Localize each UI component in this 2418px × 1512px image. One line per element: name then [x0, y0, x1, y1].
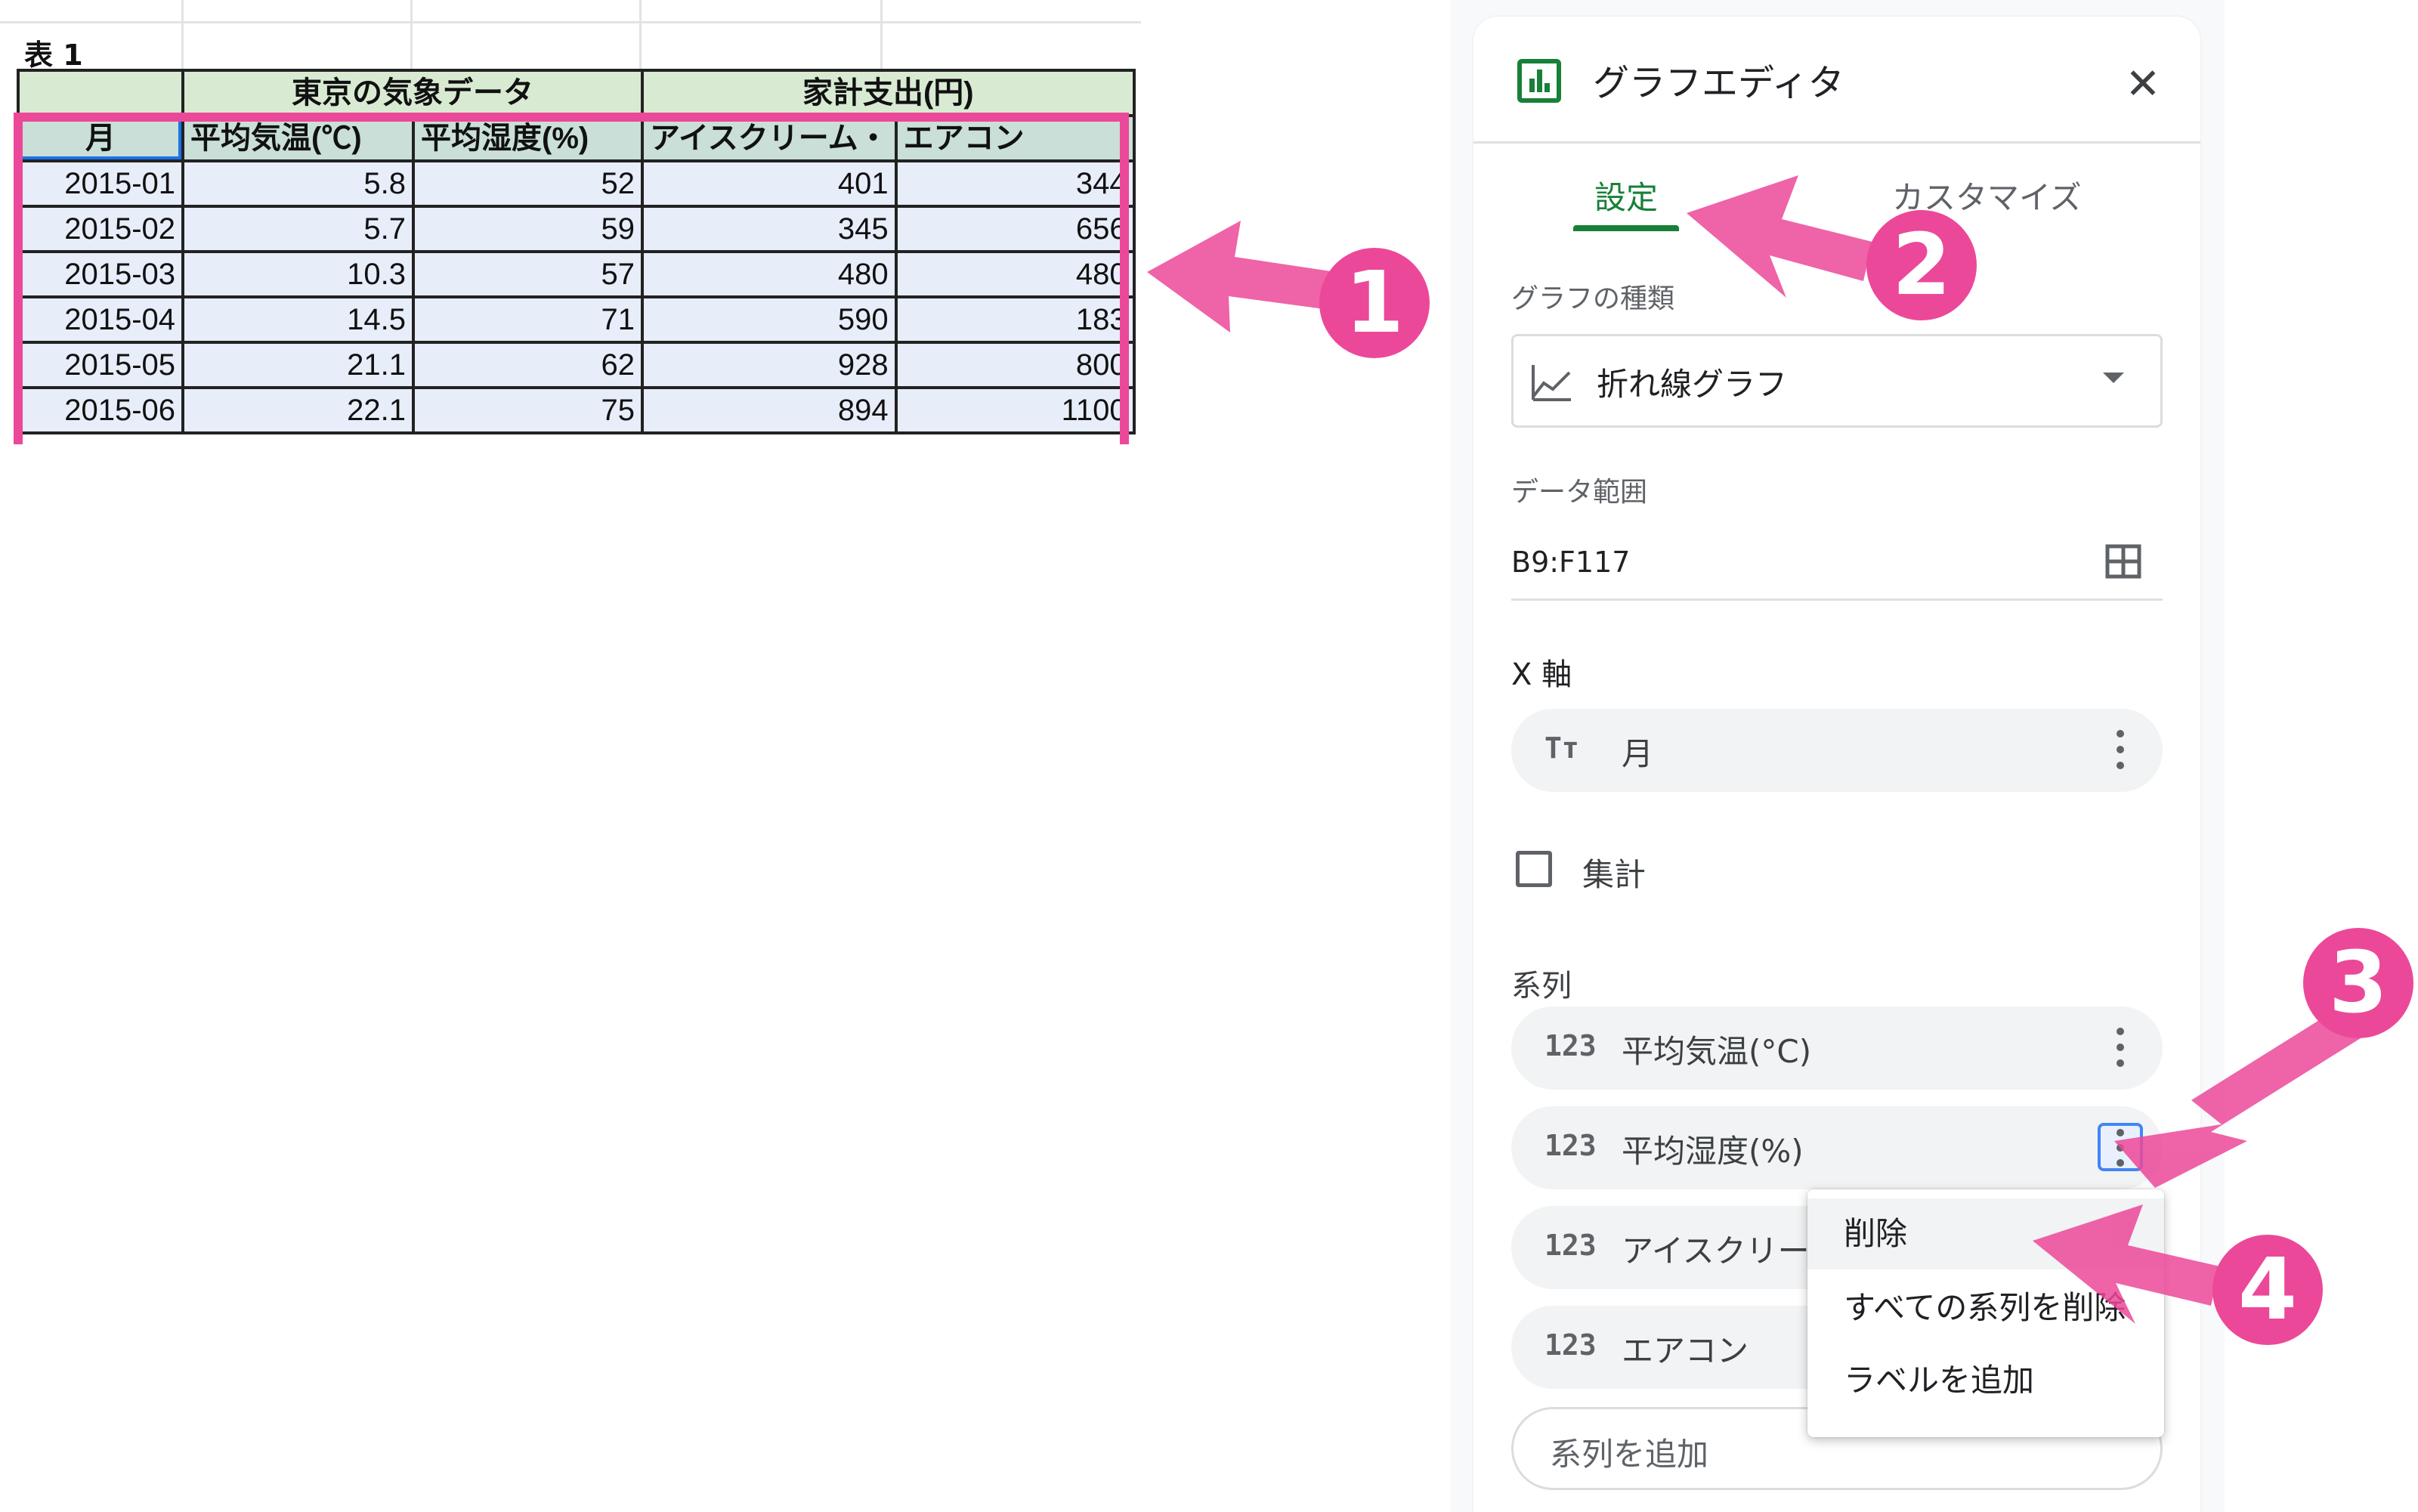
number-type-icon: 123 [1544, 1328, 1597, 1362]
add-series-label: 系列を追加 [1550, 1436, 1709, 1473]
bar-chart-icon [1517, 59, 1561, 103]
series-chip[interactable]: 123 平均気温(°C) [1511, 1006, 2163, 1090]
series-label-text: エアコン [1622, 1332, 1749, 1369]
chart-type-label: グラフの種類 [1511, 283, 1675, 314]
series-label-text: 平均湿度(%) [1622, 1133, 1804, 1170]
number-type-icon: 123 [1544, 1029, 1597, 1062]
line-chart-icon [1532, 365, 1571, 401]
gridline [410, 0, 413, 70]
series-label: 系列 [1511, 969, 1572, 1003]
tab-setup[interactable]: 設定 [1594, 172, 1658, 218]
aggregate-checkbox[interactable] [1516, 851, 1552, 887]
table-title: 表 1 [24, 39, 83, 72]
x-axis-label: X 軸 [1511, 657, 1572, 692]
step-badge-1: 1 [1319, 248, 1430, 358]
active-tab-indicator [1573, 225, 1679, 231]
number-type-icon: 123 [1544, 1229, 1597, 1262]
group-header-cell[interactable]: 家計支出(円) [641, 69, 1136, 117]
group-header-row: 東京の気象データ 家計支出(円) [17, 69, 1136, 117]
more-vert-icon[interactable] [2098, 1123, 2143, 1171]
group-header-cell[interactable]: 東京の気象データ [181, 69, 644, 117]
menu-item-delete[interactable]: 削除 [1807, 1198, 2164, 1269]
gridline [181, 0, 184, 70]
panel-title: グラフエディタ [1593, 62, 1844, 104]
series-chip[interactable]: 123 平均湿度(%) [1511, 1106, 2163, 1189]
spreadsheet: 表 1 東京の気象データ 家計支出(円) 月 平均気温(℃) 平均湿度(%) ア… [0, 0, 1141, 453]
divider [1511, 598, 2163, 601]
selection-highlight [14, 113, 1129, 445]
aggregate-label: 集計 [1582, 856, 1647, 893]
data-range-label: データ範囲 [1511, 477, 1648, 508]
divider [1473, 141, 2200, 144]
menu-item-delete-all-series[interactable]: すべての系列を削除 [1807, 1272, 2164, 1343]
number-type-icon: 123 [1544, 1129, 1597, 1162]
grid-select-icon[interactable] [2105, 544, 2141, 579]
step-badge-4: 4 [2212, 1235, 2323, 1345]
group-header-cell[interactable] [17, 69, 184, 117]
series-label-text: 平均気温(°C) [1622, 1033, 1812, 1070]
x-axis-value: 月 [1622, 735, 1654, 772]
x-axis-chip[interactable]: Tт 月 [1511, 709, 2163, 792]
step-badge-3: 3 [2303, 928, 2413, 1038]
chart-type-value: 折れ線グラフ [1597, 366, 1788, 403]
gridline [0, 21, 1141, 23]
series-label-text: アイスクリー [1622, 1232, 1810, 1269]
series-context-menu: 削除 すべての系列を削除 ラベルを追加 [1807, 1189, 2164, 1437]
more-vert-icon[interactable] [2098, 1023, 2143, 1071]
text-type-icon: Tт [1544, 731, 1579, 765]
chevron-down-icon [2103, 373, 2124, 383]
sheet-cutoff [0, 444, 1141, 453]
annotation-arrow-1 [1147, 221, 1336, 332]
gridline [639, 0, 642, 70]
data-range-input[interactable]: B9:F117 [1511, 546, 1630, 579]
step-badge-2: 2 [1866, 210, 1977, 320]
gridline [880, 0, 883, 70]
close-icon[interactable]: ✕ [2120, 62, 2166, 107]
more-vert-icon[interactable] [2098, 725, 2143, 774]
chart-type-dropdown[interactable]: 折れ線グラフ [1511, 334, 2163, 428]
menu-item-add-label[interactable]: ラベルを追加 [1807, 1345, 2164, 1416]
